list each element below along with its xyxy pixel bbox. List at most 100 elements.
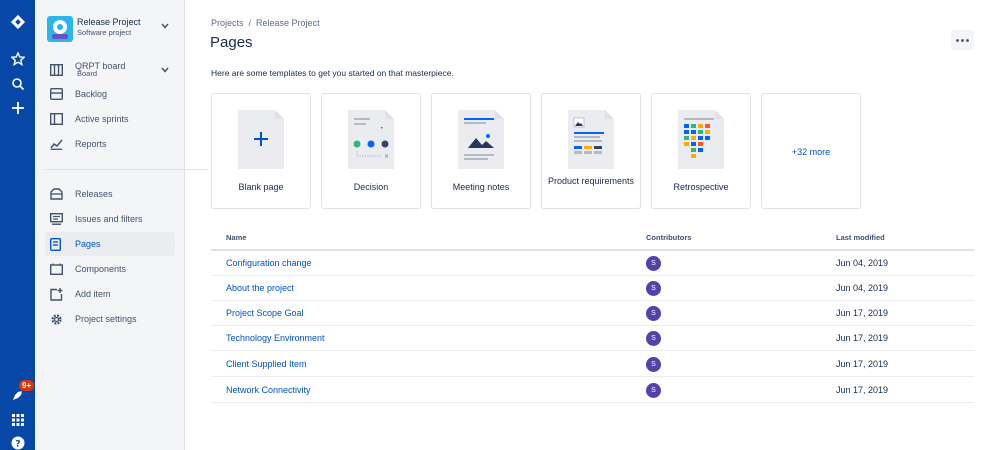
template-card-more[interactable]: +32 more <box>761 93 861 209</box>
more-dots-icon <box>956 38 969 42</box>
column-header-last-modified[interactable]: Last modified <box>836 233 885 242</box>
sidebar-item-label: Backlog <box>75 89 108 99</box>
sidebar-item-add-item[interactable]: Add item <box>45 282 175 306</box>
breadcrumb-item-projects[interactable]: Projects <box>211 18 244 28</box>
last-modified-date: Jun 17, 2019 <box>836 385 889 395</box>
project-sidebar: Release Project Software project QRPT bo… <box>35 0 208 450</box>
page-link[interactable]: Project Scope Goal <box>226 308 304 318</box>
project-name: Release Project <box>77 17 141 27</box>
app-switcher-icon[interactable] <box>0 409 35 431</box>
page-link[interactable]: Configuration change <box>226 258 312 268</box>
contributor-avatar[interactable]: S <box>646 256 661 271</box>
last-modified-date: Jun 17, 2019 <box>836 333 889 343</box>
sidebar-item-label: Pages <box>75 239 101 249</box>
template-card-decision[interactable]: • × Decision <box>321 93 421 209</box>
sidebar-item-releases[interactable]: Releases <box>45 182 175 206</box>
template-card-meeting-notes[interactable]: Meeting notes <box>431 93 531 209</box>
sidebar-item-components[interactable]: Components <box>45 257 175 281</box>
components-icon <box>45 263 75 275</box>
sidebar-item-issues-and-filters[interactable]: Issues and filters <box>45 207 175 231</box>
contributor-avatar[interactable]: S <box>646 357 661 372</box>
sidebar-item-active-sprints[interactable]: Active sprints <box>45 107 175 131</box>
template-card-blank-page[interactable]: Blank page <box>211 93 311 209</box>
project-avatar <box>47 16 73 42</box>
contributor-avatar[interactable]: S <box>646 383 661 398</box>
sidebar-item-label: Project settings <box>75 314 137 324</box>
breadcrumb: Projects / Release Project <box>211 18 320 28</box>
sidebar-item-label: Releases <box>75 189 113 199</box>
chevron-down-icon <box>161 22 169 31</box>
table-row: About the project S Jun 04, 2019 <box>211 276 974 301</box>
last-modified-date: Jun 04, 2019 <box>836 258 889 268</box>
template-card-product-requirements[interactable]: Product requirements <box>541 93 641 209</box>
table-row: Technology Environment S Jun 17, 2019 <box>211 326 974 351</box>
breadcrumb-separator: / <box>248 18 252 28</box>
template-label: Product requirements <box>547 176 635 186</box>
last-modified-date: Jun 17, 2019 <box>836 308 889 318</box>
breadcrumb-item-project[interactable]: Release Project <box>256 18 320 28</box>
add-item-icon <box>45 287 75 301</box>
reports-icon <box>45 138 75 150</box>
global-navigation: 9+ ? <box>0 0 36 450</box>
retrospective-icon <box>678 110 724 169</box>
jira-logo-icon[interactable] <box>0 10 35 34</box>
sidebar-item-label: Reports <box>75 139 107 149</box>
template-label: Decision <box>353 182 389 192</box>
sidebar-item-pages[interactable]: Pages <box>45 232 175 256</box>
notification-badge: 9+ <box>18 379 36 392</box>
search-icon[interactable] <box>0 73 35 95</box>
create-plus-icon[interactable] <box>0 97 35 119</box>
column-header-contributors: Contributors <box>646 233 692 242</box>
template-label: Meeting notes <box>452 182 510 192</box>
meeting-notes-icon <box>458 110 504 169</box>
template-card-retrospective[interactable]: Retrospective <box>651 93 751 209</box>
sidebar-item-label: Issues and filters <box>75 214 143 224</box>
sidebar-item-label: Components <box>75 264 127 274</box>
sidebar-item-board[interactable]: QRPT board <box>45 57 175 83</box>
intro-text: Here are some templates to get you start… <box>211 68 454 78</box>
table-row: Configuration change S Jun 04, 2019 <box>211 251 974 276</box>
last-modified-date: Jun 17, 2019 <box>836 359 889 369</box>
board-subtitle: Board <box>77 69 98 78</box>
sidebar-item-reports[interactable]: Reports <box>45 132 175 156</box>
template-label: Retrospective <box>673 182 729 192</box>
page-link[interactable]: Client Supplied Item <box>226 359 307 369</box>
project-type: Software project <box>77 28 132 37</box>
svg-text:•: • <box>380 125 384 132</box>
page-link[interactable]: About the project <box>226 283 294 293</box>
decision-icon: • × <box>348 110 394 169</box>
table-row: Client Supplied Item S Jun 17, 2019 <box>211 352 974 377</box>
sidebar-item-backlog[interactable]: Backlog <box>45 82 175 106</box>
table-row: Project Scope Goal S Jun 17, 2019 <box>211 301 974 326</box>
table-row: Network Connectivity S Jun 17, 2019 <box>211 378 974 403</box>
issues-icon <box>45 213 75 225</box>
contributor-avatar[interactable]: S <box>646 306 661 321</box>
notifications-icon[interactable]: 9+ <box>0 379 36 406</box>
gear-icon <box>45 313 75 326</box>
sidebar-item-project-settings[interactable]: Project settings <box>45 307 175 331</box>
board-icon <box>45 64 75 76</box>
column-header-name[interactable]: Name <box>226 233 246 242</box>
main-content: Projects / Release Project Pages Here are … <box>185 0 999 450</box>
last-modified-date: Jun 04, 2019 <box>836 283 889 293</box>
template-label: Blank page <box>238 182 284 192</box>
help-icon[interactable]: ? <box>0 434 35 450</box>
active-sprints-icon <box>45 113 75 125</box>
star-icon[interactable] <box>0 48 35 70</box>
contributor-avatar[interactable]: S <box>646 331 661 346</box>
sidebar-item-label: Add item <box>75 289 111 299</box>
product-requirements-icon <box>568 110 614 169</box>
page-link[interactable]: Technology Environment <box>226 333 325 343</box>
svg-text:×: × <box>384 153 389 160</box>
more-templates-link[interactable]: +32 more <box>762 147 860 157</box>
page-title: Pages <box>210 34 253 51</box>
backlog-icon <box>45 88 75 100</box>
sidebar-divider <box>45 169 208 170</box>
pages-icon <box>45 237 75 251</box>
svg-text:?: ? <box>15 440 20 450</box>
chevron-down-icon <box>161 66 169 75</box>
project-switcher[interactable]: Release Project Software project <box>47 14 177 44</box>
page-link[interactable]: Network Connectivity <box>226 385 311 395</box>
more-actions-button[interactable] <box>951 30 974 50</box>
contributor-avatar[interactable]: S <box>646 281 661 296</box>
